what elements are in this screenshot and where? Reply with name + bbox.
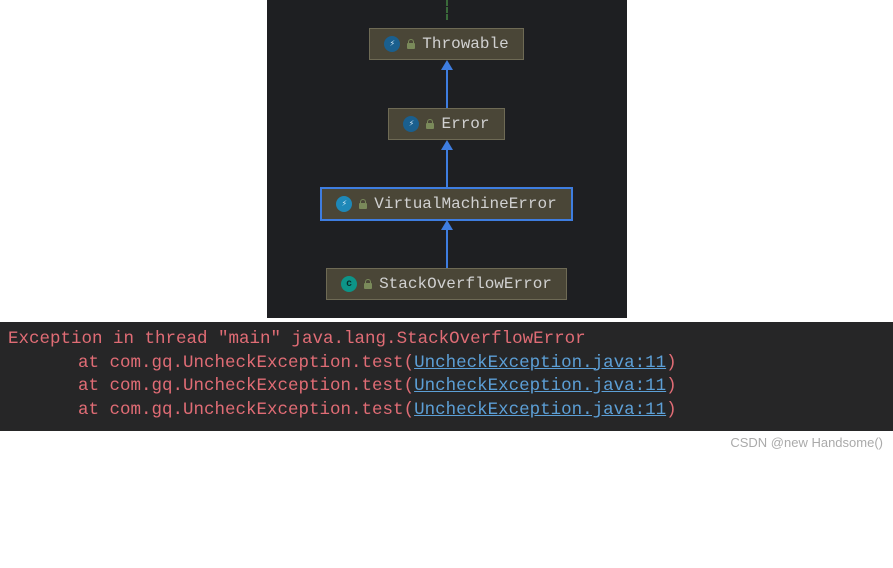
lock-icon [358, 199, 368, 209]
inheritance-arrow [267, 140, 627, 188]
inheritance-arrow [267, 220, 627, 268]
class-hierarchy-diagram: Throwable Error VirtualMachineError c St… [267, 0, 627, 318]
frame-prefix: at com.gq.UncheckException.test [78, 400, 404, 420]
stack-frame: at com.gq.UncheckException.test(UncheckE… [8, 352, 885, 376]
exception-header: Exception in thread "main" java.lang.Sta… [8, 328, 885, 352]
class-node-stackoverflowerror[interactable]: c StackOverflowError [326, 268, 567, 300]
class-icon [336, 196, 352, 212]
class-icon: c [341, 276, 357, 292]
source-link[interactable]: UncheckException.java:11 [414, 376, 666, 396]
frame-prefix: at com.gq.UncheckException.test [78, 353, 404, 373]
lock-icon [425, 119, 435, 129]
class-icon [384, 36, 400, 52]
class-node-error[interactable]: Error [388, 108, 504, 140]
class-label: Throwable [422, 35, 508, 53]
class-label: Error [441, 115, 489, 133]
source-link[interactable]: UncheckException.java:11 [414, 353, 666, 373]
source-link[interactable]: UncheckException.java:11 [414, 400, 666, 420]
class-node-throwable[interactable]: Throwable [369, 28, 523, 60]
class-label: StackOverflowError [379, 275, 552, 293]
lock-icon [406, 39, 416, 49]
class-label: VirtualMachineError [374, 195, 556, 213]
dashed-connector-top [446, 0, 448, 20]
stack-frame: at com.gq.UncheckException.test(UncheckE… [8, 375, 885, 399]
lock-icon [363, 279, 373, 289]
inheritance-arrow [267, 60, 627, 108]
class-node-virtualmachineerror[interactable]: VirtualMachineError [321, 188, 571, 220]
watermark: CSDN @new Handsome() [0, 431, 893, 454]
class-icon [403, 116, 419, 132]
stack-frame: at com.gq.UncheckException.test(UncheckE… [8, 399, 885, 423]
stack-trace-panel: Exception in thread "main" java.lang.Sta… [0, 322, 893, 431]
frame-prefix: at com.gq.UncheckException.test [78, 376, 404, 396]
